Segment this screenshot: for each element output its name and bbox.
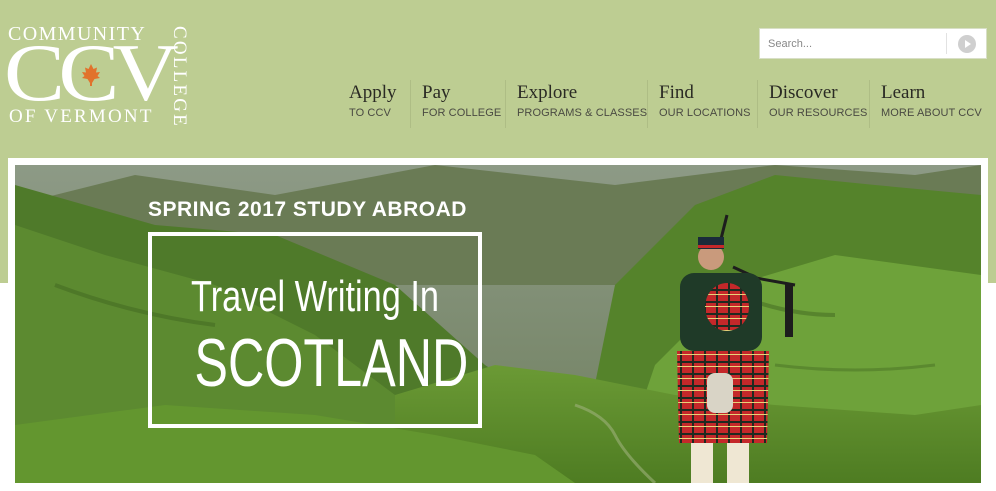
nav-item-discover[interactable]: Discover OUR RESOURCES: [769, 82, 867, 130]
logo-bottom-word: OF VERMONT: [9, 106, 154, 127]
nav-item-explore[interactable]: Explore PROGRAMS & CLASSES: [517, 82, 647, 130]
nav-item-title: Apply: [349, 82, 397, 103]
nav-divider: [869, 80, 870, 128]
nav-item-subtitle: OUR RESOURCES: [769, 107, 868, 119]
nav-item-subtitle: TO CCV: [349, 107, 391, 119]
ccv-logo[interactable]: COMMUNITY CCV OF VERMONT COLLEGE: [6, 22, 196, 128]
hero-title-box: Travel Writing In SCOTLAND: [148, 232, 482, 428]
search-submit-icon[interactable]: [958, 35, 976, 53]
search-box: [759, 28, 987, 59]
nav-item-subtitle: FOR COLLEGE: [422, 107, 502, 119]
nav-item-title: Find: [659, 82, 694, 103]
nav-divider: [757, 80, 758, 128]
nav-divider: [647, 80, 648, 128]
hero-banner[interactable]: SPRING 2017 STUDY ABROAD Travel Writing …: [15, 165, 981, 483]
nav-item-learn[interactable]: Learn MORE ABOUT CCV: [881, 82, 982, 130]
nav-item-subtitle: MORE ABOUT CCV: [881, 107, 982, 119]
nav-item-find[interactable]: Find OUR LOCATIONS: [659, 82, 751, 130]
hero-title-line2: SCOTLAND: [194, 325, 469, 401]
nav-item-title: Learn: [881, 82, 926, 103]
nav-item-subtitle: OUR LOCATIONS: [659, 107, 751, 119]
nav-item-apply[interactable]: Apply TO CCV: [349, 82, 397, 130]
nav-item-title: Discover: [769, 82, 838, 103]
search-input[interactable]: [760, 29, 946, 58]
search-divider: [946, 33, 947, 54]
nav-divider: [410, 80, 411, 128]
nav-item-title: Explore: [517, 82, 578, 103]
logo-side-word: COLLEGE: [169, 26, 190, 128]
nav-item-pay[interactable]: Pay FOR COLLEGE: [422, 82, 501, 130]
hero-kicker: SPRING 2017 STUDY ABROAD: [148, 198, 467, 221]
nav-divider: [505, 80, 506, 128]
nav-item-title: Pay: [422, 82, 451, 103]
nav-item-subtitle: PROGRAMS & CLASSES: [517, 107, 648, 119]
hero-title-line1: Travel Writing In: [191, 272, 439, 321]
